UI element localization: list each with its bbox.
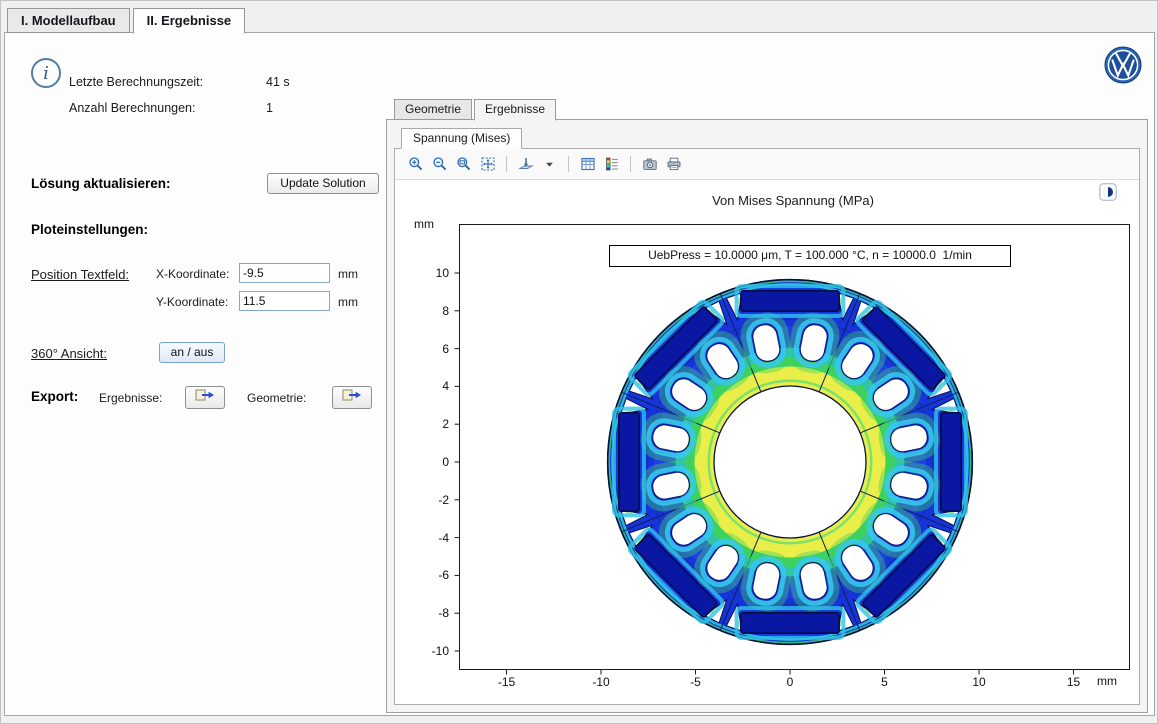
last-computation-label: Letzte Berechnungszeit: <box>69 75 203 89</box>
dropdown-caret-icon[interactable] <box>539 154 560 175</box>
plot-canvas[interactable] <box>452 224 1137 682</box>
y-coordinate-input[interactable] <box>239 291 330 311</box>
x-tick-label: -10 <box>579 674 623 690</box>
graphics-tab-bar: Geometrie Ergebnisse <box>394 99 558 121</box>
half-disc-icon[interactable] <box>1099 183 1117 201</box>
info-icon: i <box>31 58 61 88</box>
export-geometry-label: Geometrie: <box>247 391 306 405</box>
x-tick-label: 0 <box>768 674 812 690</box>
print-icon[interactable] <box>663 154 684 175</box>
computation-count-label: Anzahl Berechnungen: <box>69 101 195 115</box>
plot-title: Von Mises Spannung (MPa) <box>458 193 1128 208</box>
tab-ii-ergebnisse[interactable]: II. Ergebnisse <box>133 8 246 34</box>
y-tick-label: -8 <box>403 605 449 621</box>
application-window: I. Modellaufbau II. Ergebnisse i Letzte … <box>0 0 1158 724</box>
snapshot-icon[interactable] <box>639 154 660 175</box>
export-geometry-button[interactable] <box>332 386 372 409</box>
vw-logo-icon <box>1104 46 1142 84</box>
y-axis-unit: mm <box>407 217 441 231</box>
export-results-label: Ergebnisse: <box>99 391 162 405</box>
x-coordinate-label: X-Koordinate: <box>156 267 229 281</box>
tab-i-modellaufbau[interactable]: I. Modellaufbau <box>7 8 130 33</box>
toolbar-separator <box>506 156 507 172</box>
x-coordinate-input[interactable] <box>239 263 330 283</box>
x-coordinate-unit: mm <box>338 267 358 281</box>
export-results-button[interactable] <box>185 386 225 409</box>
computation-count-value: 1 <box>266 101 273 115</box>
export-icon <box>342 388 362 407</box>
graphics-window: Von Mises Spannung (MPa) mm UebPress = 1… <box>394 148 1140 705</box>
y-tick-label: -4 <box>403 530 449 546</box>
tab-spannung-mises[interactable]: Spannung (Mises) <box>401 128 522 149</box>
tab-ergebnisse[interactable]: Ergebnisse <box>474 99 556 121</box>
legend-icon[interactable] <box>601 154 622 175</box>
export-heading: Export: <box>31 389 78 404</box>
graphics-toolbar <box>395 149 1139 180</box>
zoom-extents-icon[interactable] <box>477 154 498 175</box>
export-icon <box>195 388 215 407</box>
zoom-in-icon[interactable] <box>405 154 426 175</box>
grid-icon[interactable] <box>577 154 598 175</box>
position-textfield-label: Position Textfeld: <box>31 267 129 282</box>
y-tick-label: 0 <box>403 454 449 470</box>
y-tick-label: 10 <box>403 265 449 281</box>
plot-settings-heading: Ploteinstellungen: <box>31 222 148 237</box>
y-tick-label: 4 <box>403 378 449 394</box>
toolbar-separator <box>568 156 569 172</box>
x-tick-label: -15 <box>485 674 529 690</box>
y-tick-label: 8 <box>403 303 449 319</box>
x-tick-label: 10 <box>957 674 1001 690</box>
view-360-toggle-button[interactable]: an / aus <box>159 342 225 363</box>
y-tick-label: -10 <box>403 643 449 659</box>
y-coordinate-unit: mm <box>338 295 358 309</box>
view-360-label: 360° Ansicht: <box>31 346 107 361</box>
y-coordinate-label: Y-Koordinate: <box>156 295 228 309</box>
y-tick-label: 6 <box>403 341 449 357</box>
zoom-out-icon[interactable] <box>429 154 450 175</box>
x-tick-label: 5 <box>863 674 907 690</box>
x-tick-label: 15 <box>1052 674 1096 690</box>
update-solution-label: Lösung aktualisieren: <box>31 176 171 191</box>
view-orientation-icon[interactable] <box>515 154 536 175</box>
last-computation-value: 41 s <box>266 75 290 89</box>
zoom-box-icon[interactable] <box>453 154 474 175</box>
y-tick-label: -6 <box>403 567 449 583</box>
x-tick-label: -5 <box>674 674 718 690</box>
update-solution-button[interactable]: Update Solution <box>267 173 379 194</box>
plot-annotation-box: UebPress = 10.0000 μm, T = 100.000 °C, n… <box>609 245 1011 267</box>
y-tick-label: -2 <box>403 492 449 508</box>
x-axis-unit: mm <box>1097 674 1137 688</box>
tab-geometrie[interactable]: Geometrie <box>394 99 472 120</box>
toolbar-separator <box>630 156 631 172</box>
y-tick-label: 2 <box>403 416 449 432</box>
main-tab-bar: I. Modellaufbau II. Ergebnisse <box>7 8 248 34</box>
